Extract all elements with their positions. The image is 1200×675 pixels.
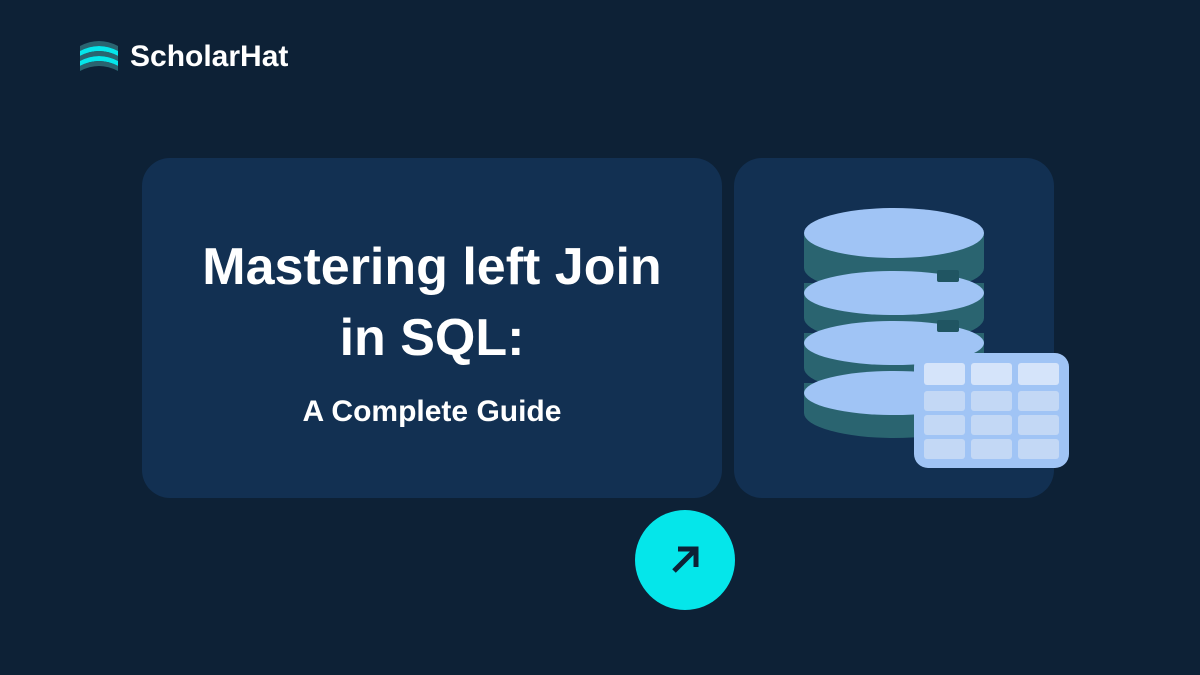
- brand-name: ScholarHat: [130, 40, 288, 74]
- title-card: Mastering left Join in SQL: A Complete G…: [142, 158, 722, 498]
- arrow-up-right-icon: [664, 539, 706, 581]
- illustration-card: [734, 158, 1054, 498]
- content-container: Mastering left Join in SQL: A Complete G…: [142, 158, 1054, 498]
- subtitle: A Complete Guide: [303, 395, 562, 429]
- table-icon: [914, 353, 1069, 468]
- arrow-badge: [635, 510, 735, 610]
- brand-logo: ScholarHat: [78, 38, 288, 76]
- logo-icon: [78, 38, 120, 76]
- main-title: Mastering left Join in SQL:: [190, 232, 674, 372]
